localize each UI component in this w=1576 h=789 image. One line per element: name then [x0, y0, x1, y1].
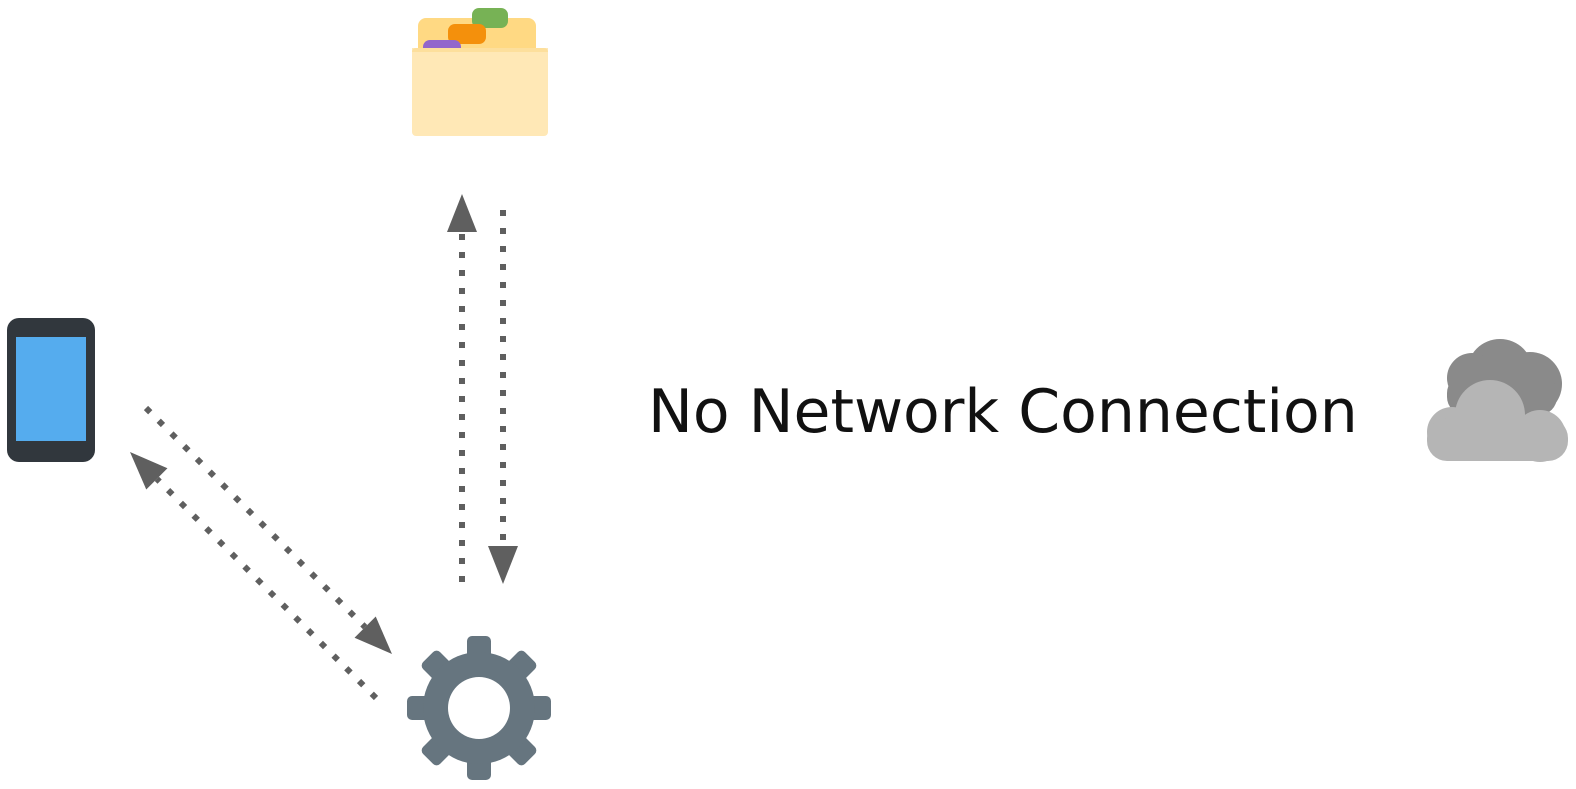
- arrow-storage-to-engine-head: [488, 546, 518, 584]
- arrow-engine-to-device-line: [154, 476, 379, 701]
- arrow-engine-to-storage-head: [447, 194, 477, 232]
- connection-arrows: [130, 194, 518, 701]
- arrow-device-to-engine-head: [354, 616, 392, 654]
- card-file-box-icon: [412, 8, 548, 136]
- arrow-engine-to-device-head: [130, 452, 168, 490]
- mobile-phone-icon: [7, 318, 95, 462]
- cloud-icon: [1427, 339, 1568, 462]
- network-diagram: No Network Connection: [7, 8, 1568, 780]
- arrow-device-to-engine-line: [143, 405, 368, 630]
- gear-icon: [407, 636, 551, 780]
- no-network-label: No Network Connection: [648, 377, 1358, 447]
